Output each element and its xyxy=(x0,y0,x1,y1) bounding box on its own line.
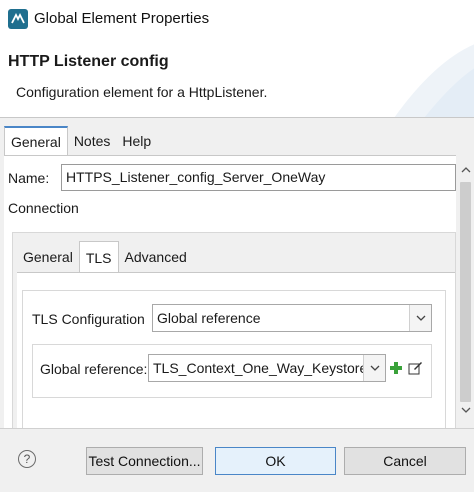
cancel-button[interactable]: Cancel xyxy=(344,447,466,475)
scrollbar-thumb[interactable] xyxy=(460,182,471,402)
top-tab-bar: General Notes Help xyxy=(4,126,157,156)
dialog-title: HTTP Listener config xyxy=(8,53,169,70)
tab-connection-general[interactable]: General xyxy=(17,241,79,273)
header-decoration xyxy=(394,44,474,118)
ok-button[interactable]: OK xyxy=(215,447,336,475)
global-reference-value: TLS_Context_One_Way_Keystore xyxy=(153,360,368,376)
chevron-down-icon xyxy=(363,355,385,381)
add-icon[interactable] xyxy=(389,361,403,375)
tab-connection-advanced[interactable]: Advanced xyxy=(119,241,193,273)
test-connection-button[interactable]: Test Connection... xyxy=(86,447,203,475)
global-reference-label: Global reference: xyxy=(40,361,148,377)
tls-configuration-select[interactable]: Global reference xyxy=(152,304,432,332)
global-reference-select[interactable]: TLS_Context_One_Way_Keystore xyxy=(148,354,386,382)
name-field[interactable]: HTTPS_Listener_config_Server_OneWay xyxy=(61,164,456,191)
tls-configuration-label: TLS Configuration xyxy=(32,311,145,327)
title-bar: Global Element Properties xyxy=(0,0,474,38)
tab-notes[interactable]: Notes xyxy=(68,126,117,156)
scroll-up-icon[interactable] xyxy=(461,166,471,174)
tab-general[interactable]: General xyxy=(4,126,68,156)
connection-label: Connection xyxy=(8,200,79,216)
chevron-down-icon xyxy=(409,305,431,331)
name-label: Name: xyxy=(8,170,50,186)
edit-icon[interactable] xyxy=(408,361,423,375)
window-title: Global Element Properties xyxy=(34,10,210,27)
scroll-down-icon[interactable] xyxy=(461,406,471,414)
tab-help[interactable]: Help xyxy=(116,126,157,156)
connection-tab-bar: General TLS Advanced xyxy=(17,241,193,273)
tls-configuration-value: Global reference xyxy=(157,310,261,326)
vertical-scrollbar[interactable] xyxy=(457,160,474,428)
app-icon xyxy=(8,9,28,29)
tab-connection-tls[interactable]: TLS xyxy=(78,241,119,273)
help-icon[interactable]: ? xyxy=(18,450,36,468)
dialog-description: Configuration element for a HttpListener… xyxy=(16,84,268,100)
dialog-header: HTTP Listener config Configuration eleme… xyxy=(0,38,474,118)
dialog-footer: ? Test Connection... OK Cancel xyxy=(0,428,474,492)
